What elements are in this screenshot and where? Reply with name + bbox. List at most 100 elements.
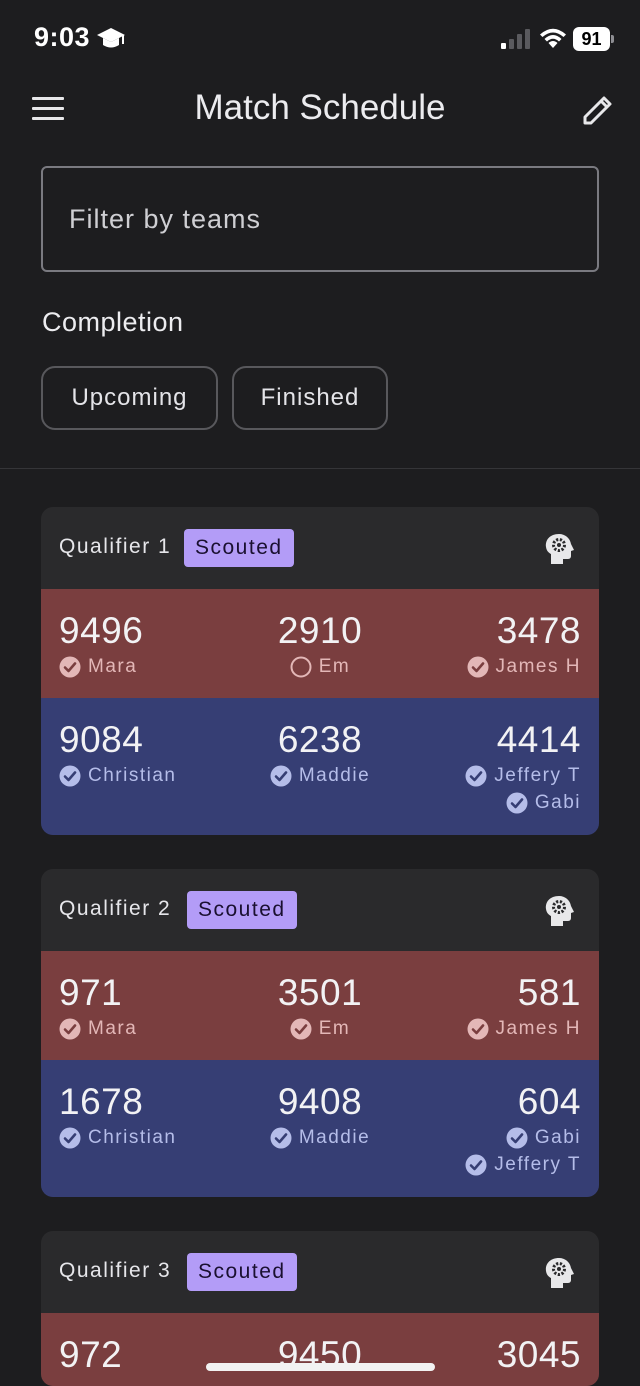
- match-title: Qualifier 3: [59, 1259, 172, 1282]
- team-slot[interactable]: 1678 Christian: [59, 1060, 245, 1151]
- status-bar: 9:03 91: [0, 0, 640, 80]
- scouter: Christian: [59, 1124, 176, 1151]
- check-circle-icon: [467, 656, 489, 677]
- check-circle-icon: [506, 792, 528, 813]
- team-number: 9496: [59, 610, 144, 651]
- match-card-header: Qualifier 1 Scouted: [41, 507, 599, 589]
- check-circle-icon: [506, 1127, 528, 1148]
- filter-field[interactable]: [41, 166, 599, 272]
- scouter-name: Jeffery T: [494, 1153, 581, 1175]
- team-number: 6238: [277, 719, 363, 760]
- team-slot[interactable]: 4414 Jeffery T Gabi: [395, 698, 581, 816]
- team-number: 604: [517, 1081, 581, 1122]
- check-circle-icon: [59, 656, 81, 677]
- team-number: 9084: [59, 719, 144, 760]
- scouter-name: Maddie: [298, 764, 371, 786]
- team-slot[interactable]: 3501 Em: [227, 951, 413, 1042]
- scouter-name: Em: [318, 1017, 351, 1039]
- scouter: Gabi: [506, 1124, 581, 1151]
- match-card[interactable]: Qualifier 2 Scouted 971 Mara 3501 Em 581 James …: [41, 869, 599, 1197]
- scouter-name: Em: [318, 655, 351, 677]
- scouted-badge: Scouted: [187, 1253, 297, 1291]
- team-slot[interactable]: 3478 James H: [395, 589, 581, 680]
- scouter-row: Em: [227, 1015, 413, 1042]
- page-title: Match Schedule: [194, 88, 446, 127]
- scouter-name: Jeffery T: [494, 764, 581, 786]
- team-slot[interactable]: 9408 Maddie: [227, 1060, 413, 1151]
- match-card[interactable]: Qualifier 1 Scouted 9496 Mara 2910 Em 3478 Jame…: [41, 507, 599, 835]
- status-time: 9:03: [34, 22, 91, 52]
- scouter: Maddie: [270, 1124, 370, 1151]
- battery-tip: [611, 35, 614, 43]
- team-slot[interactable]: 971 Mara: [59, 951, 245, 1042]
- red-alliance: 9496 Mara 2910 Em 3478 James H: [41, 589, 599, 698]
- check-circle-icon: [59, 1127, 81, 1148]
- scouter: Jeffery T: [465, 762, 581, 789]
- check-circle-icon: [59, 1018, 81, 1039]
- match-card-header: Qualifier 3 Scouted: [41, 1231, 599, 1313]
- team-number: 1678: [59, 1081, 144, 1122]
- check-circle-icon: [59, 765, 81, 786]
- scouter-name: Maddie: [298, 1126, 371, 1148]
- upcoming-chip[interactable]: Upcoming: [41, 366, 218, 430]
- divider: [0, 468, 640, 469]
- team-slot[interactable]: 604 Gabi Jeffery T: [395, 1060, 581, 1178]
- scouter: Mara: [59, 1015, 137, 1042]
- scouter-row: Em: [227, 653, 413, 680]
- scouter-name: Mara: [88, 655, 138, 677]
- finished-chip[interactable]: Finished: [232, 366, 388, 430]
- check-circle-icon: [465, 1154, 487, 1175]
- scouter-name: Christian: [88, 764, 177, 786]
- scouter-name: James H: [495, 655, 581, 677]
- scouter: Gabi: [506, 789, 581, 816]
- check-circle-icon: [465, 765, 487, 786]
- blue-alliance: 9084 Christian 6238 Maddie 4414 Jeffery T Gabi: [41, 698, 599, 835]
- scouter: James H: [467, 1015, 581, 1042]
- scouter-row: James H: [395, 653, 581, 680]
- completion-label: Completion: [42, 307, 184, 337]
- edit-icon[interactable]: [580, 92, 616, 128]
- brain-gear-icon[interactable]: [543, 894, 575, 928]
- scouter-row: Maddie: [227, 762, 413, 789]
- scouter-row: Christian: [59, 1124, 245, 1151]
- check-circle-icon: [290, 1018, 312, 1039]
- scouter-name: Gabi: [534, 1126, 581, 1148]
- battery-level: 91: [573, 27, 610, 51]
- scouter: Em: [290, 653, 351, 680]
- scouter-row: Mara: [59, 653, 245, 680]
- brain-gear-icon[interactable]: [543, 1256, 575, 1290]
- team-slot[interactable]: 6238 Maddie: [227, 698, 413, 789]
- match-title: Qualifier 1: [59, 535, 172, 558]
- filter-input[interactable]: [69, 168, 569, 270]
- check-circle-icon: [270, 1127, 292, 1148]
- scouter: Christian: [59, 762, 176, 789]
- team-slot[interactable]: 581 James H: [395, 951, 581, 1042]
- signal-icon: [501, 29, 530, 49]
- team-number: 2910: [277, 610, 363, 651]
- team-number: 4414: [496, 719, 581, 760]
- scouter-row: Gabi: [395, 789, 581, 816]
- scouter-row: Jeffery T: [395, 762, 581, 789]
- scouter-row: Mara: [59, 1015, 245, 1042]
- brain-gear-icon[interactable]: [543, 532, 575, 566]
- scouter-name: James H: [495, 1017, 581, 1039]
- check-circle-icon: [270, 765, 292, 786]
- scouter-row: Gabi: [395, 1124, 581, 1151]
- scouter: James H: [467, 653, 581, 680]
- red-alliance: 972 9450 3045: [41, 1313, 599, 1386]
- team-slot[interactable]: 9496 Mara: [59, 589, 245, 680]
- wifi-icon: [540, 28, 566, 48]
- scouted-badge: Scouted: [187, 891, 297, 929]
- team-number: 9408: [277, 1081, 363, 1122]
- team-slot[interactable]: 9084 Christian: [59, 698, 245, 789]
- battery-indicator: 91: [573, 27, 615, 51]
- check-circle-icon: [467, 1018, 489, 1039]
- graduation-cap-icon: [97, 28, 125, 48]
- home-indicator: [206, 1363, 435, 1371]
- scouter: Jeffery T: [465, 1151, 581, 1178]
- team-number: 971: [59, 972, 123, 1013]
- team-slot[interactable]: 2910 Em: [227, 589, 413, 680]
- team-number: 581: [517, 972, 581, 1013]
- scouter-row: Christian: [59, 762, 245, 789]
- scouter-name: Christian: [88, 1126, 177, 1148]
